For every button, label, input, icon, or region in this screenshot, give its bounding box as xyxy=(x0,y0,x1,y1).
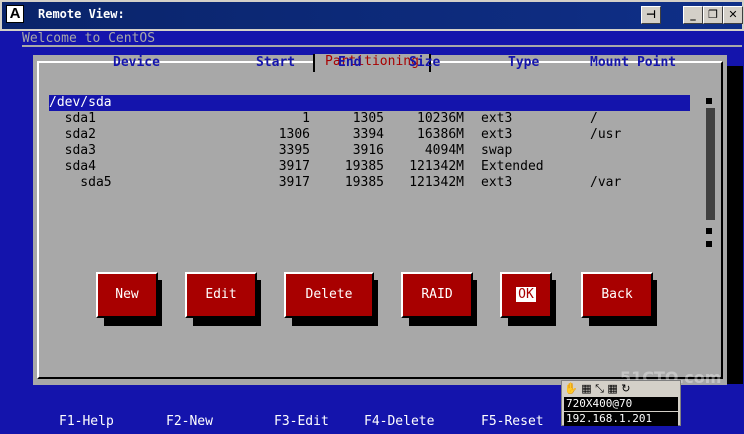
row-device: sda1 xyxy=(49,111,96,126)
row-device: /dev/sda xyxy=(49,95,112,110)
minimize-button[interactable]: _ xyxy=(683,6,703,24)
row-type: ext3 xyxy=(481,127,513,142)
banner-divider xyxy=(22,45,742,47)
hint-f4: F4-Delete xyxy=(364,414,435,429)
row-start: 1306 xyxy=(278,127,310,142)
row-size: 16386M xyxy=(417,127,464,142)
ok-button[interactable]: OK xyxy=(500,272,552,318)
table-row[interactable]: sda5 3917 19385 121342M ext3 /var xyxy=(0,175,744,191)
selection-highlight xyxy=(49,95,690,111)
row-type: Extended xyxy=(481,159,544,174)
scroll-up-marker[interactable] xyxy=(706,98,712,104)
hint-f5: F5-Reset xyxy=(481,414,544,429)
remote-toolbar[interactable]: ✋ ▦ ⤡ ▦ ↻ 720X400@70 192.168.1.201 xyxy=(561,380,681,426)
new-button[interactable]: New xyxy=(96,272,158,318)
row-type: ext3 xyxy=(481,111,513,126)
row-size: 4094M xyxy=(424,143,464,158)
scroll-marker xyxy=(706,228,712,234)
ip-readout: 192.168.1.201 xyxy=(564,412,678,426)
table-row[interactable]: sda3 3395 3916 4094M swap xyxy=(0,143,744,159)
row-type: swap xyxy=(481,143,513,158)
table-row[interactable]: sda4 3917 19385 121342M Extended xyxy=(0,159,744,175)
raid-button[interactable]: RAID xyxy=(401,272,473,318)
row-start: 3917 xyxy=(278,175,310,190)
row-end: 1305 xyxy=(352,111,384,126)
row-device: sda2 xyxy=(49,127,96,142)
row-mount: /var xyxy=(590,175,622,190)
scrollbar-track[interactable] xyxy=(706,108,715,220)
ok-button-label: OK xyxy=(516,287,536,302)
remote-toolbar-icons[interactable]: ✋ ▦ ⤡ ▦ ↻ xyxy=(564,382,631,396)
app-icon: A xyxy=(6,5,24,23)
row-end: 3394 xyxy=(352,127,384,142)
close-button[interactable]: ✕ xyxy=(723,6,743,24)
row-end: 19385 xyxy=(344,159,384,174)
row-mount: /usr xyxy=(590,127,622,142)
row-size: 121342M xyxy=(409,175,464,190)
row-size: 10236M xyxy=(417,111,464,126)
col-end: End xyxy=(338,55,362,70)
edit-button[interactable]: Edit xyxy=(185,272,257,318)
row-start: 1 xyxy=(302,111,310,126)
table-header: Device Start End Size Type Mount Point xyxy=(0,55,744,71)
row-device: sda3 xyxy=(49,143,96,158)
col-device: Device xyxy=(113,55,160,70)
col-start: Start xyxy=(256,55,296,70)
row-device: sda5 xyxy=(49,175,112,190)
row-size: 121342M xyxy=(409,159,464,174)
table-row[interactable]: sda1 1 1305 10236M ext3 / xyxy=(0,111,744,127)
hint-f1: F1-Help xyxy=(59,414,114,429)
restore-button[interactable]: ❐ xyxy=(703,6,723,24)
col-size: Size xyxy=(409,55,441,70)
pin-icon[interactable]: ⊣ xyxy=(641,6,661,24)
resolution-readout: 720X400@70 xyxy=(564,397,678,411)
back-button[interactable]: Back xyxy=(581,272,653,318)
table-row[interactable]: /dev/sda xyxy=(0,95,744,111)
row-mount: / xyxy=(590,111,598,126)
row-device: sda4 xyxy=(49,159,96,174)
delete-button[interactable]: Delete xyxy=(284,272,374,318)
window-title: Remote View: xyxy=(38,7,125,21)
col-type: Type xyxy=(508,55,540,70)
table-row[interactable]: sda2 1306 3394 16386M ext3 /usr xyxy=(0,127,744,143)
hint-f2: F2-New xyxy=(166,414,213,429)
row-type: ext3 xyxy=(481,175,513,190)
col-mount-point: Mount Point xyxy=(590,55,677,70)
row-end: 3916 xyxy=(352,143,384,158)
row-end: 19385 xyxy=(344,175,384,190)
welcome-banner: Welcome to CentOS xyxy=(22,31,156,46)
hint-f3: F3-Edit xyxy=(274,414,329,429)
row-start: 3917 xyxy=(278,159,310,174)
scroll-down-marker[interactable] xyxy=(706,241,712,247)
window-titlebar[interactable]: A Remote View: ⊣ _ ❐ ✕ xyxy=(0,0,744,31)
row-start: 3395 xyxy=(278,143,310,158)
